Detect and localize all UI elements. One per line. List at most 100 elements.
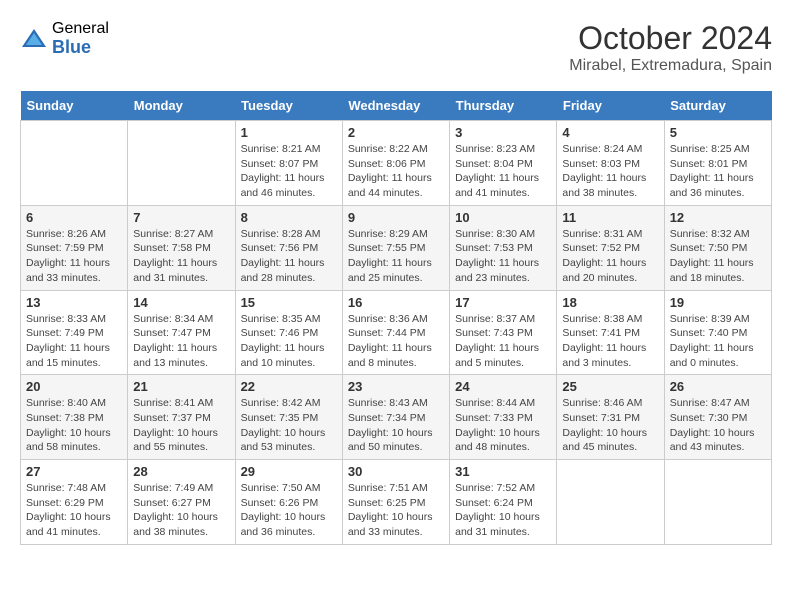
day-number: 17 xyxy=(455,295,551,310)
day-info: Sunrise: 8:38 AMSunset: 7:41 PMDaylight:… xyxy=(562,312,658,371)
day-info: Sunrise: 7:51 AMSunset: 6:25 PMDaylight:… xyxy=(348,481,444,540)
day-number: 29 xyxy=(241,464,337,479)
calendar-cell: 12 Sunrise: 8:32 AMSunset: 7:50 PMDayligh… xyxy=(664,205,771,290)
calendar-cell xyxy=(557,460,664,545)
calendar-cell: 28 Sunrise: 7:49 AMSunset: 6:27 PMDayligh… xyxy=(128,460,235,545)
day-info: Sunrise: 8:39 AMSunset: 7:40 PMDaylight:… xyxy=(670,312,766,371)
day-info: Sunrise: 7:52 AMSunset: 6:24 PMDaylight:… xyxy=(455,481,551,540)
calendar-cell: 17 Sunrise: 8:37 AMSunset: 7:43 PMDayligh… xyxy=(450,290,557,375)
day-number: 24 xyxy=(455,379,551,394)
day-number: 1 xyxy=(241,125,337,140)
day-number: 9 xyxy=(348,210,444,225)
logo-text: General Blue xyxy=(52,20,109,57)
day-info: Sunrise: 8:25 AMSunset: 8:01 PMDaylight:… xyxy=(670,142,766,201)
header-monday: Monday xyxy=(128,91,235,121)
calendar-cell: 27 Sunrise: 7:48 AMSunset: 6:29 PMDayligh… xyxy=(21,460,128,545)
calendar-cell: 22 Sunrise: 8:42 AMSunset: 7:35 PMDayligh… xyxy=(235,375,342,460)
calendar-cell: 8 Sunrise: 8:28 AMSunset: 7:56 PMDaylight… xyxy=(235,205,342,290)
calendar-cell: 25 Sunrise: 8:46 AMSunset: 7:31 PMDayligh… xyxy=(557,375,664,460)
day-number: 21 xyxy=(133,379,229,394)
day-number: 31 xyxy=(455,464,551,479)
days-header-row: Sunday Monday Tuesday Wednesday Thursday… xyxy=(21,91,772,121)
day-info: Sunrise: 8:28 AMSunset: 7:56 PMDaylight:… xyxy=(241,227,337,286)
day-info: Sunrise: 7:50 AMSunset: 6:26 PMDaylight:… xyxy=(241,481,337,540)
calendar-cell: 21 Sunrise: 8:41 AMSunset: 7:37 PMDayligh… xyxy=(128,375,235,460)
day-number: 23 xyxy=(348,379,444,394)
calendar-cell: 26 Sunrise: 8:47 AMSunset: 7:30 PMDayligh… xyxy=(664,375,771,460)
calendar-cell: 5Sunrise: 8:25 AMSunset: 8:01 PMDaylight… xyxy=(664,121,771,206)
title-section: October 2024 Mirabel, Extremadura, Spain xyxy=(569,20,772,75)
calendar-cell xyxy=(21,121,128,206)
day-number: 6 xyxy=(26,210,122,225)
day-number: 12 xyxy=(670,210,766,225)
day-info: Sunrise: 8:36 AMSunset: 7:44 PMDaylight:… xyxy=(348,312,444,371)
day-number: 3 xyxy=(455,125,551,140)
day-number: 10 xyxy=(455,210,551,225)
calendar-cell: 4 Sunrise: 8:24 AMSunset: 8:03 PMDaylight… xyxy=(557,121,664,206)
calendar-cell: 13Sunrise: 8:33 AMSunset: 7:49 PMDayligh… xyxy=(21,290,128,375)
day-info: Sunrise: 8:35 AMSunset: 7:46 PMDaylight:… xyxy=(241,312,337,371)
calendar-cell: 19Sunrise: 8:39 AMSunset: 7:40 PMDayligh… xyxy=(664,290,771,375)
day-info: Sunrise: 8:27 AMSunset: 7:58 PMDaylight:… xyxy=(133,227,229,286)
day-number: 14 xyxy=(133,295,229,310)
logo-icon xyxy=(20,25,48,53)
day-number: 4 xyxy=(562,125,658,140)
day-info: Sunrise: 8:44 AMSunset: 7:33 PMDaylight:… xyxy=(455,396,551,455)
day-number: 18 xyxy=(562,295,658,310)
day-info: Sunrise: 8:31 AMSunset: 7:52 PMDaylight:… xyxy=(562,227,658,286)
calendar-cell xyxy=(664,460,771,545)
month-title: October 2024 xyxy=(569,20,772,57)
calendar-cell: 31 Sunrise: 7:52 AMSunset: 6:24 PMDayligh… xyxy=(450,460,557,545)
calendar-cell: 24 Sunrise: 8:44 AMSunset: 7:33 PMDayligh… xyxy=(450,375,557,460)
calendar-week-5: 27 Sunrise: 7:48 AMSunset: 6:29 PMDayligh… xyxy=(21,460,772,545)
day-number: 11 xyxy=(562,210,658,225)
day-info: Sunrise: 8:37 AMSunset: 7:43 PMDaylight:… xyxy=(455,312,551,371)
day-info: Sunrise: 8:21 AMSunset: 8:07 PMDaylight:… xyxy=(241,142,337,201)
calendar-week-1: 1 Sunrise: 8:21 AMSunset: 8:07 PMDaylight… xyxy=(21,121,772,206)
day-number: 8 xyxy=(241,210,337,225)
day-info: Sunrise: 8:29 AMSunset: 7:55 PMDaylight:… xyxy=(348,227,444,286)
day-number: 27 xyxy=(26,464,122,479)
day-info: Sunrise: 8:47 AMSunset: 7:30 PMDaylight:… xyxy=(670,396,766,455)
day-info: Sunrise: 8:41 AMSunset: 7:37 PMDaylight:… xyxy=(133,396,229,455)
day-info: Sunrise: 8:24 AMSunset: 8:03 PMDaylight:… xyxy=(562,142,658,201)
calendar-week-2: 6Sunrise: 8:26 AMSunset: 7:59 PMDaylight… xyxy=(21,205,772,290)
calendar-cell: 6Sunrise: 8:26 AMSunset: 7:59 PMDaylight… xyxy=(21,205,128,290)
day-number: 25 xyxy=(562,379,658,394)
calendar-cell: 30 Sunrise: 7:51 AMSunset: 6:25 PMDayligh… xyxy=(342,460,449,545)
calendar-cell: 20 Sunrise: 8:40 AMSunset: 7:38 PMDayligh… xyxy=(21,375,128,460)
logo: General Blue xyxy=(20,20,109,57)
day-number: 7 xyxy=(133,210,229,225)
header-sunday: Sunday xyxy=(21,91,128,121)
calendar-cell: 9 Sunrise: 8:29 AMSunset: 7:55 PMDaylight… xyxy=(342,205,449,290)
day-info: Sunrise: 7:48 AMSunset: 6:29 PMDaylight:… xyxy=(26,481,122,540)
day-number: 28 xyxy=(133,464,229,479)
calendar-table: Sunday Monday Tuesday Wednesday Thursday… xyxy=(20,91,772,545)
day-info: Sunrise: 8:30 AMSunset: 7:53 PMDaylight:… xyxy=(455,227,551,286)
header-saturday: Saturday xyxy=(664,91,771,121)
calendar-cell: 15 Sunrise: 8:35 AMSunset: 7:46 PMDayligh… xyxy=(235,290,342,375)
header-friday: Friday xyxy=(557,91,664,121)
header-wednesday: Wednesday xyxy=(342,91,449,121)
calendar-cell: 23 Sunrise: 8:43 AMSunset: 7:34 PMDayligh… xyxy=(342,375,449,460)
day-number: 15 xyxy=(241,295,337,310)
day-number: 13 xyxy=(26,295,122,310)
day-info: Sunrise: 7:49 AMSunset: 6:27 PMDaylight:… xyxy=(133,481,229,540)
day-info: Sunrise: 8:43 AMSunset: 7:34 PMDaylight:… xyxy=(348,396,444,455)
day-info: Sunrise: 8:42 AMSunset: 7:35 PMDaylight:… xyxy=(241,396,337,455)
header-tuesday: Tuesday xyxy=(235,91,342,121)
calendar-cell: 14 Sunrise: 8:34 AMSunset: 7:47 PMDayligh… xyxy=(128,290,235,375)
day-number: 26 xyxy=(670,379,766,394)
location: Mirabel, Extremadura, Spain xyxy=(569,57,772,75)
calendar-cell: 11 Sunrise: 8:31 AMSunset: 7:52 PMDayligh… xyxy=(557,205,664,290)
day-number: 20 xyxy=(26,379,122,394)
day-number: 22 xyxy=(241,379,337,394)
day-info: Sunrise: 8:32 AMSunset: 7:50 PMDaylight:… xyxy=(670,227,766,286)
day-info: Sunrise: 8:46 AMSunset: 7:31 PMDaylight:… xyxy=(562,396,658,455)
day-info: Sunrise: 8:40 AMSunset: 7:38 PMDaylight:… xyxy=(26,396,122,455)
calendar-cell: 16Sunrise: 8:36 AMSunset: 7:44 PMDayligh… xyxy=(342,290,449,375)
day-info: Sunrise: 8:34 AMSunset: 7:47 PMDaylight:… xyxy=(133,312,229,371)
calendar-cell: 10 Sunrise: 8:30 AMSunset: 7:53 PMDayligh… xyxy=(450,205,557,290)
logo-general: General xyxy=(52,20,109,38)
day-number: 30 xyxy=(348,464,444,479)
